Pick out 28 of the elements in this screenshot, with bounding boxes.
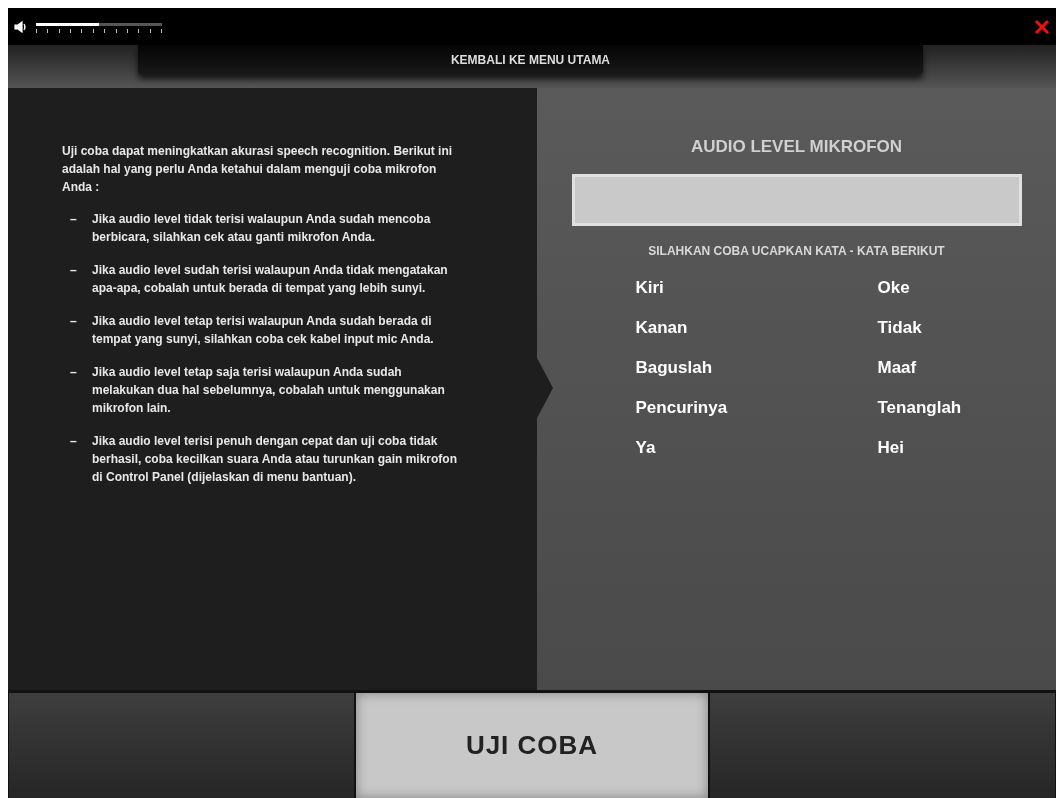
bullet-dash: – (70, 364, 78, 381)
practice-word: Tidak (877, 316, 923, 339)
tip-text: Jika audio level terisi penuh dengan cepat dan uji coba tidak berhasil, coba kecilkan suara Anda atau turunkan gain mikrofon di Control Panel (dijelaskan di menu bantuan). (92, 433, 458, 486)
bullet-dash: – (70, 313, 78, 330)
tip-text: Jika audio level tetap saja terisi walaupun Anda sudah melakukan dua hal sebelumnya, cobalah untuk menggunakan mikrofon lain. (92, 364, 446, 417)
bullet-dash: – (70, 211, 78, 228)
bottom-button[interactable]: UJI COBA (355, 693, 709, 798)
practice-word: Pencurinya (635, 396, 729, 419)
practice-word: Maaf (877, 356, 918, 379)
practice-word: Oke (877, 276, 911, 299)
speaker-icon[interactable] (14, 19, 28, 34)
close-button[interactable] (1034, 18, 1050, 35)
meter-title: AUDIO LEVEL MIKROFON (690, 136, 903, 158)
practice-word: Baguslah (635, 356, 714, 379)
practice-word: Kanan (635, 316, 689, 339)
close-icon (1034, 18, 1050, 35)
practice-word: Tenanglah (877, 396, 963, 419)
bullet-dash: – (70, 433, 78, 450)
practice-word: Hei (877, 436, 905, 459)
bullet-dash: – (70, 262, 78, 279)
intro-text: Uji coba dapat meningkatkan akurasi speech recognition. Berikut ini adalah hal yang perlu Anda ketahui dalam menguji coba mikrofon Anda : (62, 143, 454, 196)
tip-text: Jika audio level tetap terisi walaupun Anda sudah berada di tempat yang sunyi, silahkan coba cek kabel input mic Anda. (92, 313, 435, 348)
practice-word: Kiri (635, 276, 665, 299)
tip-text: Jika audio level tidak terisi walaupun Anda sudah mencoba berbicara, silahkan cek atau ganti mikrofon Anda. (92, 211, 432, 246)
practice-word: Ya (635, 436, 657, 459)
tip-text: Jika audio level sudah terisi walaupun Anda tidak mengatakan apa-apa, cobalah untuk berada di tempat yang lebih sunyi. (92, 262, 449, 297)
back-to-menu-button[interactable]: KEMBALI KE MENU UTAMA (138, 45, 923, 75)
instruction-text: SILAHKAN COBA UCAPKAN KATA - KATA BERIKUT (648, 242, 945, 260)
